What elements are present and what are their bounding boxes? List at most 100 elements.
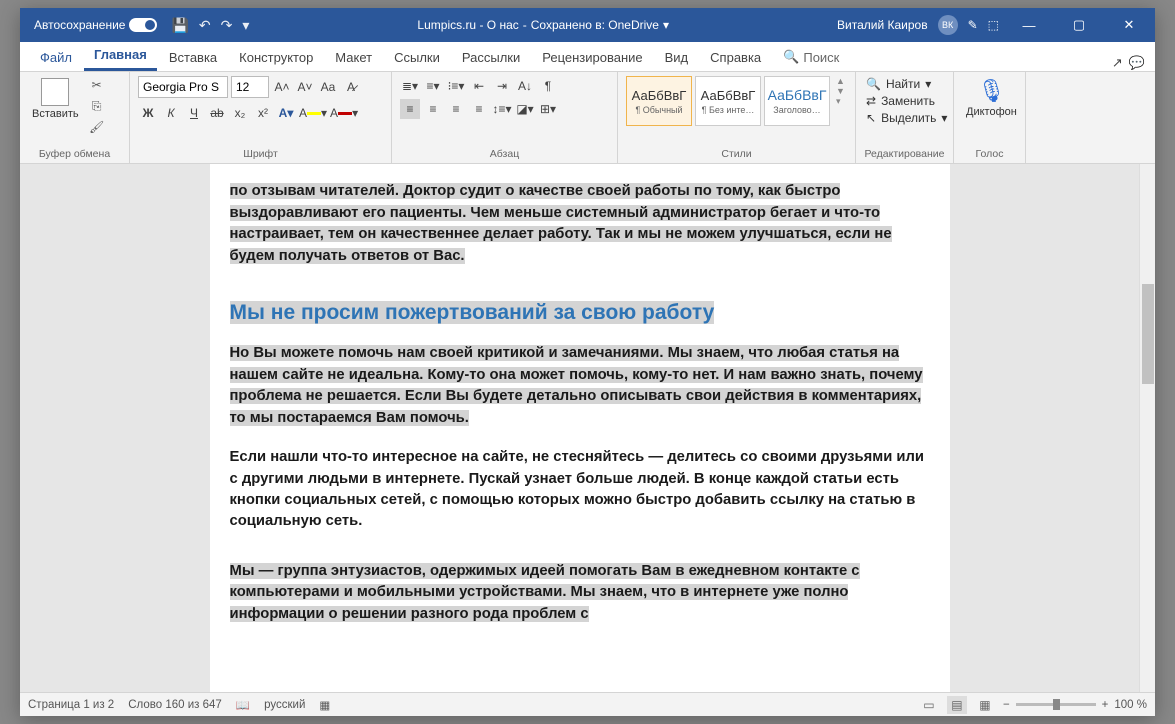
multilevel-button[interactable]: ⁝≡▾ — [446, 76, 466, 96]
shrink-font-button[interactable]: A˅ — [295, 77, 315, 97]
vertical-scrollbar[interactable] — [1139, 164, 1155, 692]
font-name-select[interactable] — [138, 76, 228, 98]
underline-button[interactable]: Ч — [184, 103, 204, 123]
tab-references[interactable]: Ссылки — [384, 44, 450, 71]
tab-insert[interactable]: Вставка — [159, 44, 227, 71]
zoom-in-button[interactable]: + — [1102, 699, 1109, 711]
show-marks-button[interactable]: ¶ — [538, 76, 558, 96]
justify-button[interactable]: ≡ — [469, 99, 489, 119]
bold-button[interactable]: Ж — [138, 103, 158, 123]
document-area: важно знать, что его действия правильны.… — [20, 164, 1155, 692]
subscript-button[interactable]: x₂ — [230, 103, 250, 123]
dictate-button[interactable]: 🎙 Диктофон — [962, 76, 1021, 120]
macro-icon[interactable]: ▦ — [319, 698, 330, 712]
location-dropdown-icon[interactable]: ▾ — [663, 18, 669, 32]
tab-review[interactable]: Рецензирование — [532, 44, 652, 71]
tab-design[interactable]: Конструктор — [229, 44, 323, 71]
tab-mailings[interactable]: Рассылки — [452, 44, 530, 71]
title-bar: Автосохранение 💾 ↶ ↷ ▾ Lumpics.ru - О на… — [20, 8, 1155, 42]
read-mode-icon[interactable]: ▭ — [919, 696, 939, 714]
status-bar: Страница 1 из 2 Слово 160 из 647 📖 русск… — [20, 692, 1155, 716]
language-indicator[interactable]: русский — [264, 699, 305, 711]
font-size-select[interactable] — [231, 76, 269, 98]
styles-more-icon[interactable]: ▾ — [836, 96, 845, 107]
tab-help[interactable]: Справка — [700, 44, 771, 71]
tab-home[interactable]: Главная — [84, 41, 157, 71]
body-text[interactable]: по отзывам читателей. Доктор судит о кач… — [230, 183, 892, 263]
redo-icon[interactable]: ↷ — [221, 17, 233, 34]
clipboard-icon — [41, 78, 69, 106]
spellcheck-icon[interactable]: 📖 — [236, 698, 250, 712]
share-icon[interactable]: ↗ — [1112, 55, 1123, 71]
print-layout-icon[interactable]: ▤ — [947, 696, 967, 714]
qat-more-icon[interactable]: ▾ — [242, 17, 249, 34]
change-case-button[interactable]: Aa — [318, 77, 338, 97]
word-count[interactable]: Слово 160 из 647 — [128, 699, 222, 711]
text-effect-button[interactable]: A▾ — [276, 103, 296, 123]
scrollbar-thumb[interactable] — [1142, 284, 1154, 384]
heading[interactable]: Мы не просим пожертвований за свою работ… — [230, 301, 930, 325]
save-icon[interactable]: 💾 — [171, 17, 188, 34]
copy-icon[interactable]: ⎘ — [87, 97, 107, 115]
maximize-button[interactable]: ▢ — [1059, 10, 1099, 40]
user-name[interactable]: Виталий Каиров — [837, 18, 928, 32]
tab-file[interactable]: Файл — [30, 44, 82, 71]
align-right-button[interactable]: ≡ — [446, 99, 466, 119]
superscript-button[interactable]: x² — [253, 103, 273, 123]
styles-down-icon[interactable]: ▼ — [836, 86, 845, 96]
replace-button[interactable]: ⇄Заменить — [864, 93, 949, 109]
decrease-indent-button[interactable]: ⇤ — [469, 76, 489, 96]
cut-icon[interactable]: ✂ — [87, 76, 107, 94]
autosave-label: Автосохранение — [34, 18, 125, 32]
borders-button[interactable]: ⊞▾ — [538, 99, 558, 119]
align-left-button[interactable]: ≡ — [400, 99, 420, 119]
web-layout-icon[interactable]: ▦ — [975, 696, 995, 714]
sort-button[interactable]: A↓ — [515, 76, 535, 96]
saved-location[interactable]: Сохранено в: OneDrive — [531, 18, 659, 32]
close-button[interactable]: ✕ — [1109, 10, 1149, 40]
numbering-button[interactable]: ≡▾ — [423, 76, 443, 96]
search-icon: 🔍 — [866, 77, 881, 91]
grow-font-button[interactable]: A˄ — [272, 77, 292, 97]
style-no-spacing[interactable]: АаБбВвГ¶ Без инте… — [695, 76, 761, 126]
search-box[interactable]: 🔍 Поиск — [773, 43, 849, 71]
zoom-level[interactable]: 100 % — [1114, 699, 1147, 711]
font-color-button[interactable]: A▾ — [330, 103, 358, 123]
highlight-button[interactable]: A▾ — [299, 103, 327, 123]
find-button[interactable]: 🔍Найти▾ — [864, 76, 949, 92]
autosave-toggle[interactable] — [129, 18, 157, 32]
italic-button[interactable]: К — [161, 103, 181, 123]
document-title: Lumpics.ru - О нас — [417, 18, 518, 32]
zoom-out-button[interactable]: − — [1003, 699, 1010, 711]
tab-view[interactable]: Вид — [655, 44, 699, 71]
body-text[interactable]: Если нашли что-то интересное на сайте, н… — [230, 449, 925, 529]
strike-button[interactable]: ab — [207, 103, 227, 123]
replace-icon: ⇄ — [866, 94, 876, 108]
style-normal[interactable]: АаБбВвГ¶ Обычный — [626, 76, 692, 126]
page-indicator[interactable]: Страница 1 из 2 — [28, 699, 114, 711]
line-spacing-button[interactable]: ↕≡▾ — [492, 99, 512, 119]
select-button[interactable]: ↖Выделить▾ — [864, 110, 949, 126]
document-page[interactable]: важно знать, что его действия правильны.… — [210, 164, 950, 692]
tab-layout[interactable]: Макет — [325, 44, 382, 71]
minimize-button[interactable]: — — [1009, 10, 1049, 40]
search-icon: 🔍 — [783, 49, 799, 65]
ribbon-options-icon[interactable]: ⬚ — [988, 18, 999, 32]
format-painter-icon[interactable]: 🖌 — [87, 118, 107, 136]
clear-format-button[interactable]: A̷ — [341, 77, 361, 97]
undo-icon[interactable]: ↶ — [199, 17, 211, 34]
drawing-icon[interactable]: ✎ — [968, 18, 978, 32]
bullets-button[interactable]: ≣▾ — [400, 76, 420, 96]
paste-button[interactable]: Вставить — [28, 76, 83, 122]
body-text[interactable]: Но Вы можете помочь нам своей критикой и… — [230, 345, 923, 425]
ribbon: Вставить ✂ ⎘ 🖌 Буфер обмена A˄ A˅ Aa A̷ … — [20, 72, 1155, 164]
align-center-button[interactable]: ≡ — [423, 99, 443, 119]
increase-indent-button[interactable]: ⇥ — [492, 76, 512, 96]
user-avatar[interactable]: ВК — [938, 15, 958, 35]
zoom-slider[interactable] — [1016, 703, 1096, 706]
styles-up-icon[interactable]: ▲ — [836, 76, 845, 86]
body-text[interactable]: Мы — группа энтузиастов, одержимых идеей… — [230, 563, 860, 622]
comments-icon[interactable]: 💬 — [1129, 55, 1145, 71]
style-heading1[interactable]: АаБбВвГЗаголово… — [764, 76, 830, 126]
shading-button[interactable]: ◪▾ — [515, 99, 535, 119]
